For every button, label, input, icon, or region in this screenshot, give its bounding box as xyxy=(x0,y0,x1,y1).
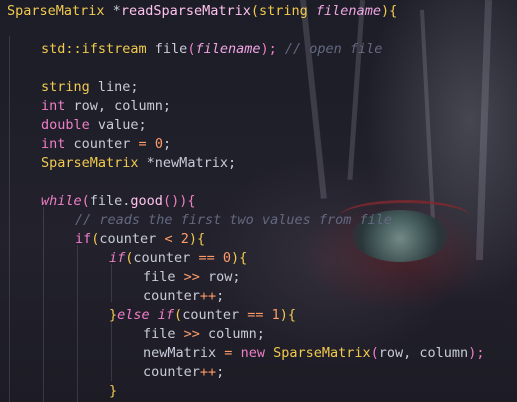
code-line-10[interactable]: if(counter < 2){ xyxy=(75,230,205,249)
code-line-5[interactable]: double value; xyxy=(41,116,147,135)
indent-guide xyxy=(43,207,44,402)
code-line-2[interactable]: std::ifstream file(filename); // open fi… xyxy=(41,40,382,59)
code-line-6[interactable]: int counter = 0; xyxy=(41,135,171,154)
code-line-14[interactable]: }else if(counter == 1){ xyxy=(109,306,296,325)
indent-guide xyxy=(9,36,10,402)
code-line-15[interactable]: file >> column; xyxy=(143,325,265,344)
code-line-8[interactable]: while(file.good()){ xyxy=(41,192,195,211)
code-line-7[interactable]: SparseMatrix *newMatrix; xyxy=(41,154,236,173)
code-line-9[interactable]: // reads the first two values from file xyxy=(75,211,392,230)
indent-guide xyxy=(111,264,112,302)
code-line-11[interactable]: if(counter == 0){ xyxy=(109,249,247,268)
code-line-18[interactable]: } xyxy=(109,382,117,401)
code-line-12[interactable]: file >> row; xyxy=(143,268,241,287)
code-line-4[interactable]: int row, column; xyxy=(41,97,171,116)
code-line-3[interactable]: string line; xyxy=(41,78,139,97)
code-line-13[interactable]: counter++; xyxy=(143,287,224,306)
code-line-1[interactable]: SparseMatrix *readSparseMatrix(string fi… xyxy=(7,2,397,21)
code-line-16[interactable]: newMatrix = new SparseMatrix(row, column… xyxy=(143,344,484,363)
code-line-17[interactable]: counter++; xyxy=(143,363,224,382)
code-editor[interactable]: SparseMatrix *readSparseMatrix(string fi… xyxy=(0,0,517,402)
indent-guide xyxy=(77,245,78,402)
indent-guide xyxy=(111,321,112,381)
